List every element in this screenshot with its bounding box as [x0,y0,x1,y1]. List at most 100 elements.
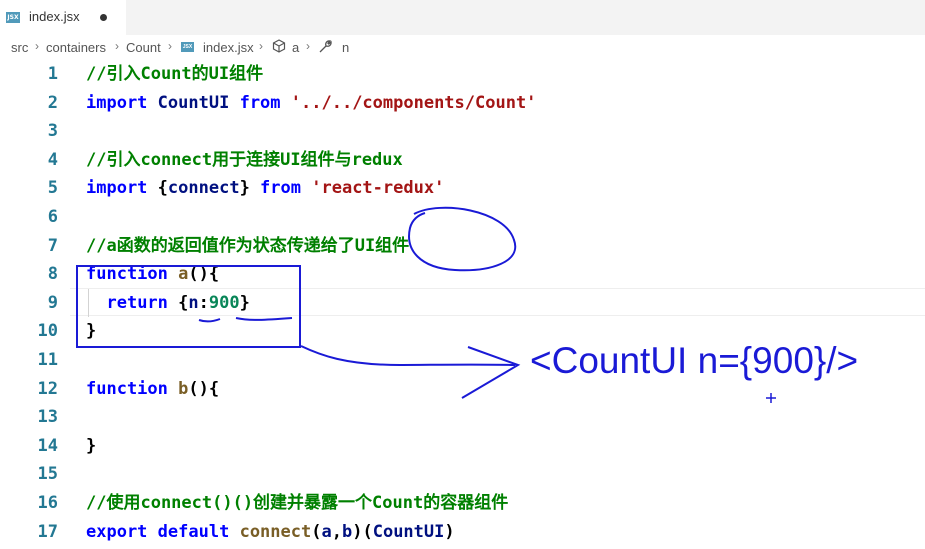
code-token: connect [239,521,312,542]
line-source: //引入connect用于连接UI组件与redux [86,146,403,174]
code-token: { [147,178,168,199]
tab-index-jsx[interactable]: JSX index.jsx [0,0,126,35]
line-number: 11 [37,350,58,370]
editor-tab-bar: JSX index.jsx [0,0,925,35]
code-token: n [188,292,199,313]
breadcrumb-item-file[interactable]: index.jsx [203,40,254,55]
code-token: //引入connect用于连接UI组件与redux [86,149,403,170]
code-line[interactable]: 3 [0,117,925,145]
line-number: 1 [47,64,58,84]
line-number: 12 [37,378,58,399]
line-source: } [86,432,96,460]
code-editor[interactable]: 1 //引入Count的UI组件 2 import CountUI from '../… [0,58,925,549]
code-line[interactable]: 4 //引入connect用于连接UI组件与redux [0,146,925,174]
line-source: return {n:900} [86,289,250,317]
line-number: 14 [37,435,58,456]
code-line[interactable]: 17 export default connect(a,b)(CountUI) [0,518,925,546]
code-line[interactable]: 1 //引入Count的UI组件 [0,60,925,88]
code-token: } [86,321,97,342]
code-token: return [106,292,168,313]
breadcrumb-item-symbol-n[interactable]: n [342,40,349,55]
unsaved-dot-icon[interactable] [100,14,107,21]
line-source: //引入Count的UI组件 [86,60,263,88]
code-token: 900 [208,292,240,313]
code-token: b [341,521,353,542]
code-token: b [178,378,189,399]
breadcrumb: src › containers › Count › JSX index.jsx… [0,36,925,58]
code-token: '../../components/Count' [290,92,537,113]
code-line[interactable]: 7 //a函数的返回值作为状态传递给了UI组件 [0,232,925,260]
line-number: 5 [47,178,58,199]
breadcrumb-item-src[interactable]: src [11,40,28,55]
code-token: 'react-redux' [311,178,445,199]
code-token: (){ [188,378,220,399]
code-token: import [86,178,148,199]
annotation-text: <CountUI n={900}/> [530,340,859,381]
chevron-right-icon: › [35,39,39,53]
line-number: 17 [37,521,58,542]
code-line[interactable]: 6 [0,203,925,231]
code-line[interactable]: 8 function a(){ [0,260,925,288]
line-number: 9 [47,292,58,313]
breadcrumb-item-count[interactable]: Count [126,40,161,55]
code-line[interactable]: 15 [0,460,925,488]
code-line[interactable]: 9 return {n:900} [0,289,925,317]
chevron-right-icon: › [115,39,119,53]
line-number: 16 [37,493,58,513]
line-source: export default connect(a,b)(CountUI) [86,518,455,546]
line-number: 4 [47,149,58,170]
chevron-right-icon: › [306,39,310,53]
code-line[interactable]: 13 [0,403,925,431]
code-line[interactable]: 5 import {connect} from 'react-redux' [0,174,925,202]
code-token: } [86,435,97,456]
breadcrumb-item-symbol-a[interactable]: a [292,40,299,55]
code-token: //a函数的返回值作为状态传递给了UI组件 [86,235,410,256]
line-source: function a(){ [86,260,219,288]
code-token: CountUI [157,92,230,113]
code-line[interactable]: 2 import CountUI from '../../components/C… [0,89,925,117]
code-token: a [178,264,189,285]
code-line[interactable]: 14} [0,432,925,460]
code-token: { [167,292,189,313]
line-number: 8 [47,264,58,285]
code-token: (){ [188,264,220,285]
code-line[interactable]: 16 //使用connect()()创建并暴露一个Count的容器组件 [0,489,925,517]
code-token: default [157,521,230,542]
chevron-right-icon: › [259,39,263,53]
code-token: from [239,92,281,113]
chevron-right-icon: › [168,39,172,53]
tab-title: index.jsx [29,9,80,24]
code-token: )( [352,521,373,542]
line-number: 7 [47,235,58,256]
line-source: } [86,317,96,345]
code-token: } [239,292,250,313]
wrench-icon [318,39,333,57]
line-number: 2 [47,92,58,113]
line-number: 6 [47,207,58,227]
code-token: //使用connect()()创建并暴露一个Count的容器组件 [86,493,509,513]
line-number: 3 [47,121,58,142]
breadcrumb-item-containers[interactable]: containers [46,40,106,55]
code-token: a [321,521,332,542]
code-token: connect [167,178,240,199]
code-token: export [86,521,148,542]
code-token: CountUI [372,521,445,542]
line-source: import CountUI from '../../components/Co… [86,89,536,117]
jsx-file-icon: JSX [6,12,20,23]
code-token: function [86,378,168,399]
code-token: ( [311,521,322,542]
code-token: ) [444,521,455,542]
line-number: 13 [37,407,58,428]
cube-icon [272,39,286,56]
code-token: } [239,178,261,199]
line-number: 10 [37,321,58,342]
